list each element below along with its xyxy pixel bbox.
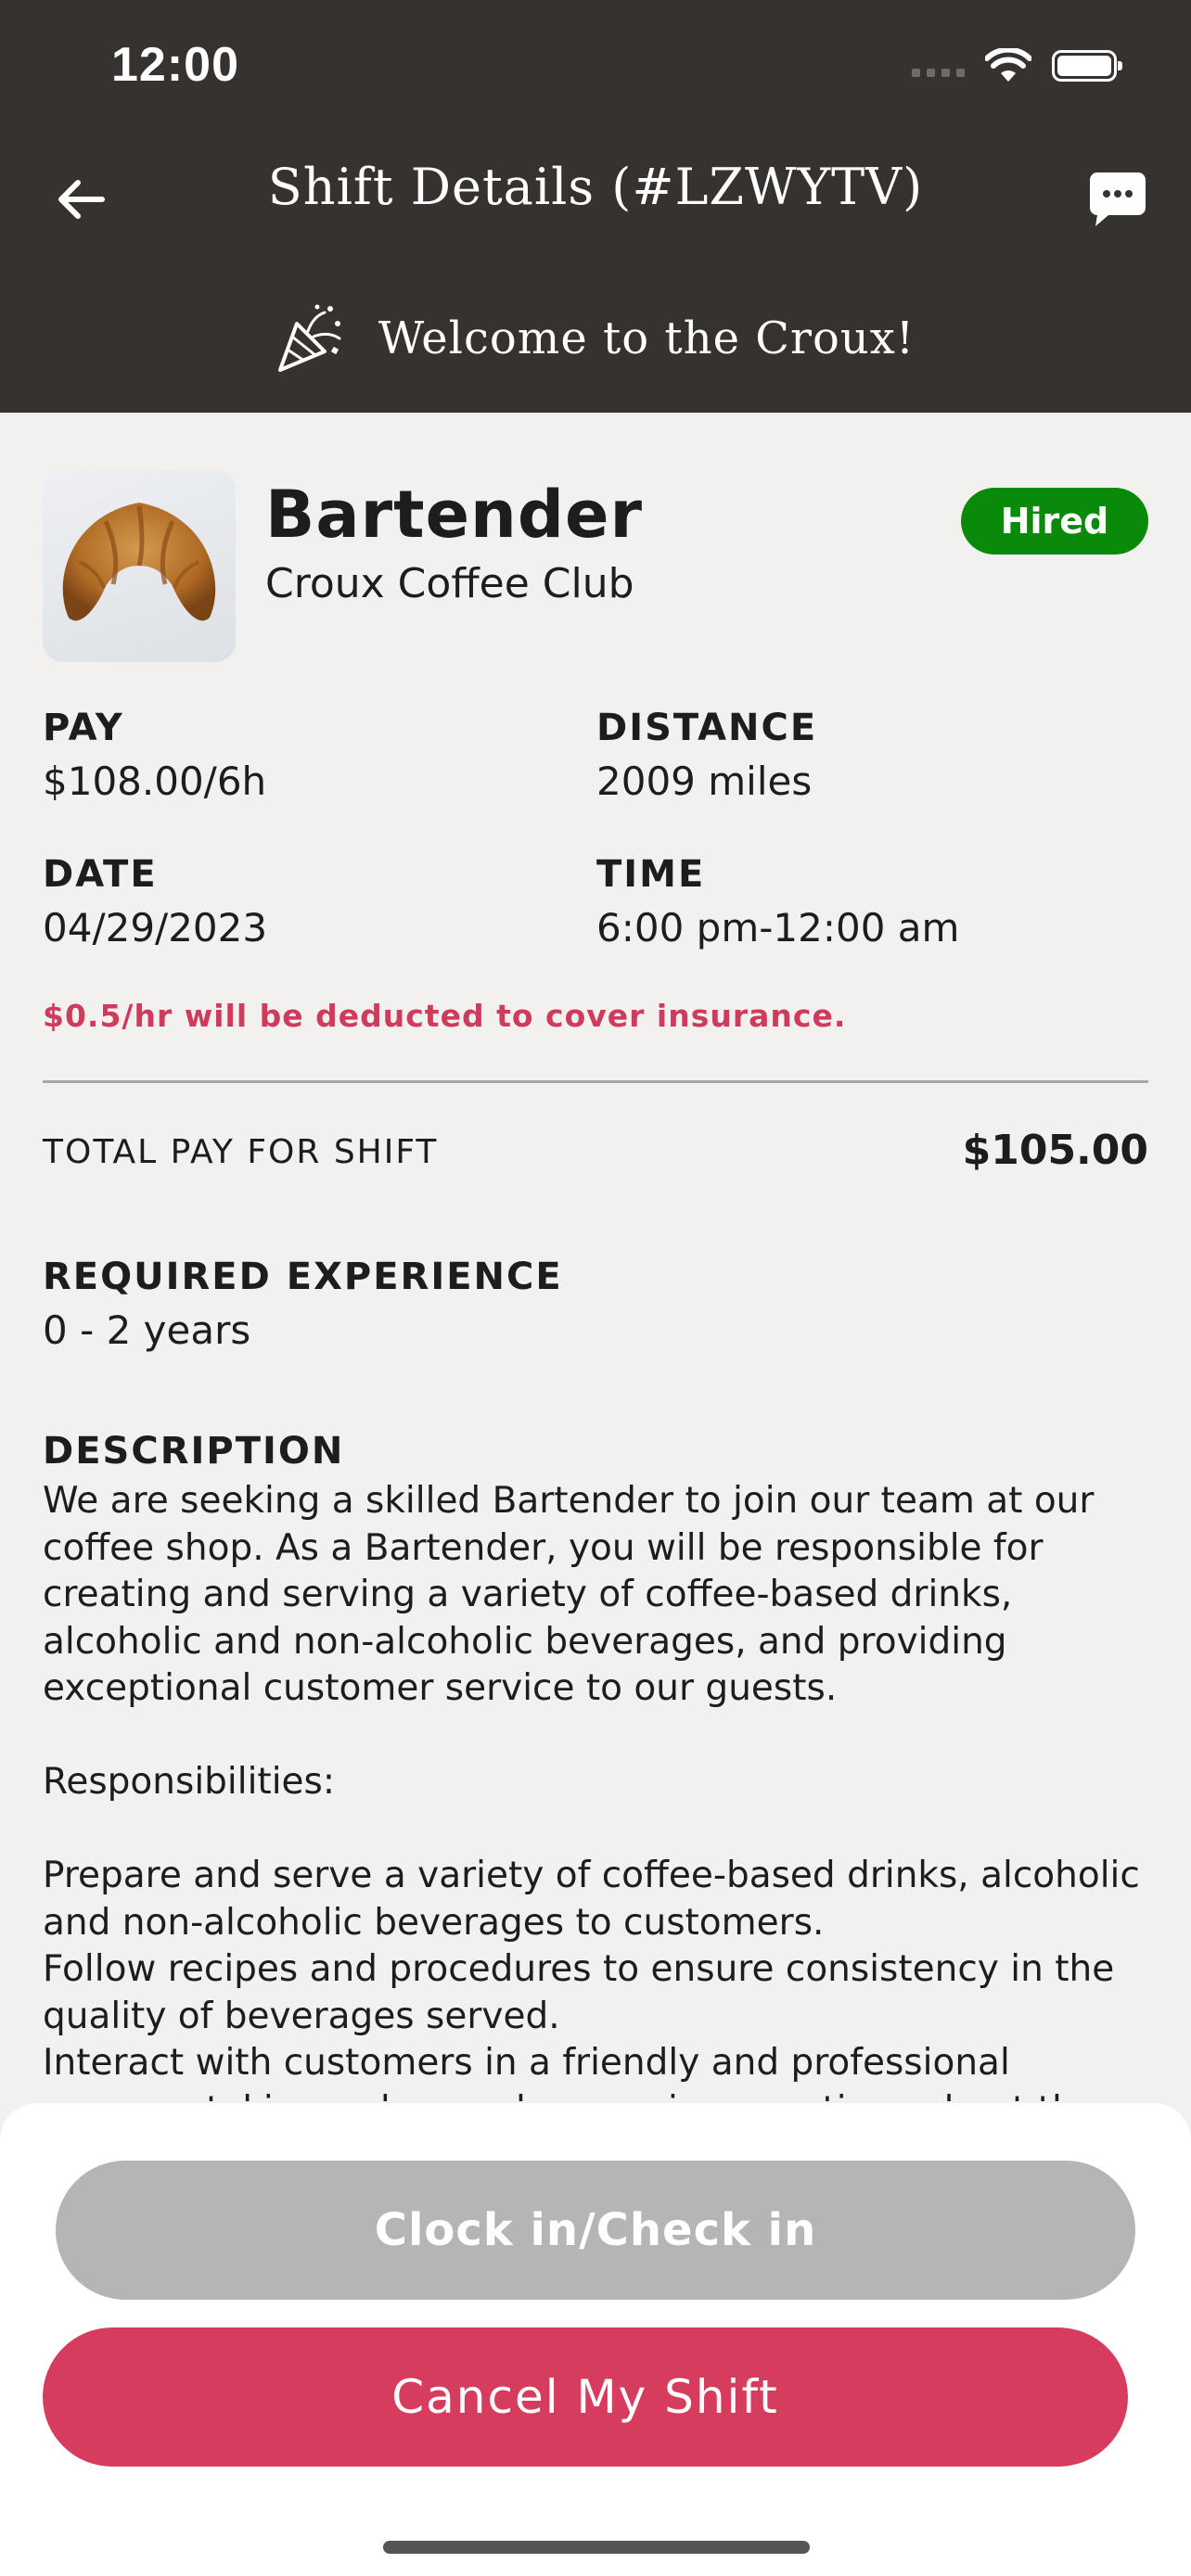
home-indicator — [383, 2541, 810, 2554]
party-popper-icon — [277, 304, 341, 372]
status-bar-icons — [912, 43, 1122, 89]
insurance-note: $0.5/hr will be deducted to cover insura… — [43, 998, 847, 1034]
welcome-banner: Welcome to the Croux! — [0, 297, 1191, 380]
distance-value: 2009 miles — [596, 759, 813, 804]
chat-button[interactable] — [1083, 167, 1152, 232]
wifi-icon — [985, 48, 1031, 82]
status-bar-time: 12:00 — [111, 38, 239, 92]
cellular-signal-icon — [912, 68, 965, 77]
description-label: DESCRIPTION — [43, 1430, 345, 1473]
divider — [43, 1080, 1148, 1083]
description-text: We are seeking a skilled Bartender to jo… — [43, 1480, 1140, 2101]
time-label: TIME — [596, 853, 706, 896]
battery-icon — [1052, 50, 1122, 82]
croissant-image — [62, 503, 216, 621]
distance-label: DISTANCE — [596, 707, 818, 749]
page-title: Shift Details (#LZWYTV) — [267, 158, 924, 216]
time-value: 6:00 pm-12:00 am — [596, 905, 960, 950]
status-badge: Hired — [961, 488, 1148, 555]
experience-label: REQUIRED EXPERIENCE — [43, 1256, 563, 1298]
app-header: 12:00 Shift Details (#LZWYTV) Welcome to… — [0, 0, 1191, 413]
pay-value: $108.00/6h — [43, 759, 267, 804]
action-sheet: Clock in/Check in Cancel My Shift — [0, 2103, 1191, 2576]
experience-value: 0 - 2 years — [43, 1307, 251, 1353]
date-label: DATE — [43, 853, 158, 896]
job-image — [43, 469, 236, 662]
cancel-shift-button[interactable]: Cancel My Shift — [43, 2327, 1128, 2467]
job-title: Bartender — [265, 477, 643, 553]
welcome-text: Welcome to the Croux! — [378, 312, 916, 364]
pay-label: PAY — [43, 707, 124, 749]
chat-bubble-icon — [1090, 172, 1146, 226]
total-pay-value: $105.00 — [962, 1127, 1148, 1174]
total-pay-label: TOTAL PAY FOR SHIFT — [43, 1133, 439, 1171]
company-name: Croux Coffee Club — [265, 560, 634, 607]
date-value: 04/29/2023 — [43, 905, 268, 950]
clock-in-button[interactable]: Clock in/Check in — [56, 2161, 1135, 2300]
